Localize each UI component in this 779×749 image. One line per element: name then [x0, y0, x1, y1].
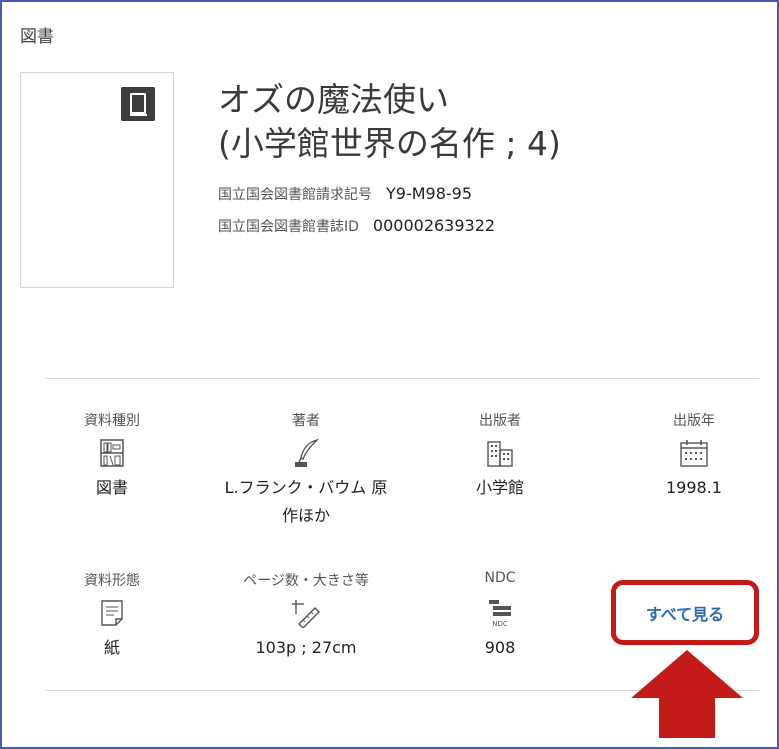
detail-ndc: NDC NDC 908	[400, 570, 600, 662]
call-number-value: Y9-M98-95	[386, 184, 473, 203]
detail-pages-size: ページ数・大きさ等 103p ; 27cm	[206, 570, 406, 662]
book-thumbnail	[20, 72, 174, 288]
author-label: 著者	[292, 413, 320, 429]
material-type-header: 図書	[20, 27, 54, 47]
book-title: オズの魔法使い (小学館世界の名作 ; 4)	[218, 78, 561, 166]
svg-text:NDC: NDC	[492, 620, 508, 628]
detail-material-form: 資料形態 紙	[12, 570, 212, 662]
ruler-icon	[292, 600, 320, 628]
material-form-label: 資料形態	[84, 573, 140, 589]
pages-size-value: 103p ; 27cm	[255, 638, 357, 657]
ndc-value: 908	[484, 638, 516, 657]
building-icon	[487, 441, 513, 467]
record-panel: 図書 オズの魔法使い (小学館世界の名作 ; 4) 国立国会図書館請求記号 Y9-…	[0, 0, 779, 749]
call-number-row: 国立国会図書館請求記号 Y9-M98-95	[218, 184, 472, 204]
detail-publisher: 出版者 小学館	[400, 410, 600, 502]
calendar-icon	[680, 440, 708, 467]
book-title-main: オズの魔法使い	[218, 80, 449, 119]
quill-pen-icon	[295, 438, 320, 467]
paper-icon	[101, 600, 123, 626]
material-type-label: 資料種別	[84, 413, 140, 429]
pointer-arrow-icon	[631, 650, 743, 738]
detail-material-type: 資料種別 図書	[12, 410, 212, 502]
book-icon	[121, 87, 155, 121]
material-type-value: 図書	[95, 478, 128, 497]
author-value-line1: L.フランク・バウム 原	[224, 478, 388, 497]
material-form-value: 紙	[103, 638, 120, 657]
detail-pub-year: 出版年 1998.1	[594, 410, 779, 502]
call-number-label: 国立国会図書館請求記号	[218, 187, 372, 203]
ndc-label: NDC	[484, 570, 516, 586]
divider-top	[46, 378, 759, 379]
publisher-value: 小学館	[475, 478, 524, 497]
see-all-button[interactable]: すべて見る	[611, 580, 759, 645]
bib-id-value: 000002639322	[372, 216, 496, 235]
bib-id-label: 国立国会図書館書誌ID	[218, 219, 359, 235]
pages-size-label: ページ数・大きさ等	[243, 573, 369, 589]
publisher-label: 出版者	[479, 413, 521, 429]
bib-id-row: 国立国会図書館書誌ID 000002639322	[218, 216, 495, 236]
author-value-line2: 作ほか	[281, 506, 330, 525]
book-title-series: (小学館世界の名作 ; 4)	[218, 124, 561, 163]
pub-year-label: 出版年	[673, 413, 715, 429]
bookshelf-icon	[100, 439, 124, 467]
pub-year-value: 1998.1	[666, 478, 722, 497]
ndc-icon: NDC	[489, 600, 511, 628]
detail-author: 著者 L.フランク・バウム 原 作ほか	[206, 410, 406, 530]
